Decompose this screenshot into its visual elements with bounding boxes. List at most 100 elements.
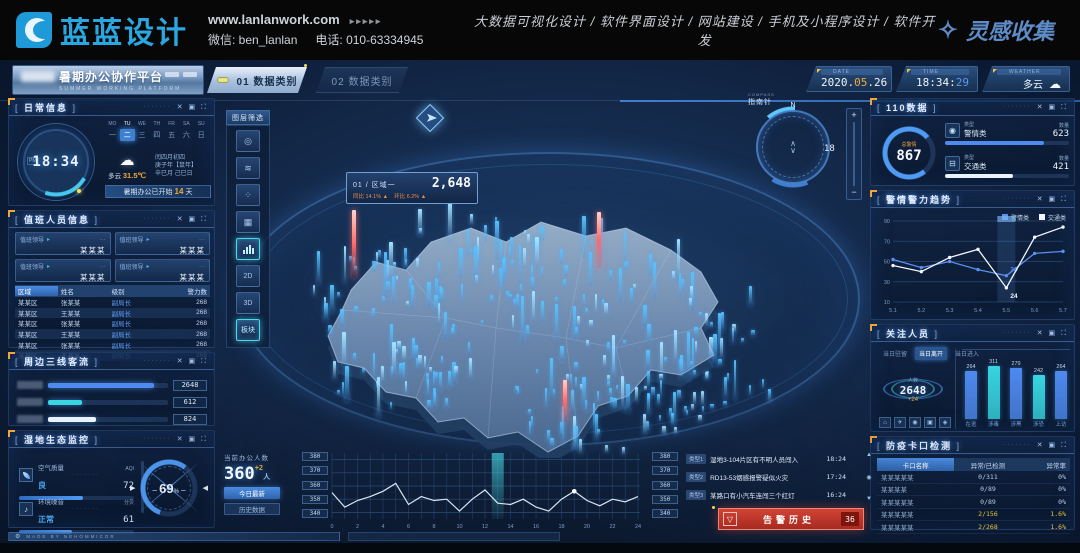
focus-tool-icon[interactable]: ◈ — [939, 417, 951, 428]
title-plate-decoration — [165, 72, 197, 77]
panel-controls[interactable]: ✕ ▣ ⛶ — [177, 103, 208, 112]
panel-controls[interactable]: ✕ ▣ ⛶ — [1037, 329, 1068, 338]
zoom-track[interactable] — [853, 122, 855, 186]
panel-controls[interactable]: ✕ ▣ ⛶ — [1037, 195, 1068, 204]
panel-title: 110数据 — [877, 101, 938, 114]
focus-tab[interactable]: 当日驻留 — [879, 347, 911, 360]
y-tick: 340 — [652, 509, 678, 518]
mode-block-button[interactable]: 板块 — [236, 319, 260, 341]
date-label: DATE — [821, 69, 883, 75]
clock-time: 18:34 — [17, 154, 95, 170]
redacted-line-label — [17, 415, 43, 423]
alarm-icon: ◉ — [945, 123, 960, 138]
credit-text: MADE BY NEHOMMICOR — [26, 534, 115, 539]
focus-tool-icon[interactable]: ⌂ — [879, 417, 891, 428]
checkpoint-row: 某某某某某0/890% — [877, 496, 1070, 509]
leaf-icon — [19, 468, 33, 482]
cloud-icon: ☁ — [105, 151, 149, 169]
y-tick: 350 — [652, 495, 678, 504]
alarm-type-rows: ◉类型警情类数量623⊟类型交通类数量421 — [945, 121, 1069, 187]
alert-history-banner[interactable]: ▽ 告警历史 36 — [718, 508, 864, 530]
camera-layer-button[interactable]: ◎ — [236, 130, 260, 152]
duty-leader-card[interactable]: 值班领导▸···某某某 — [115, 232, 211, 255]
bars-layer-button[interactable] — [236, 238, 260, 260]
flow-bar-row: 612 — [17, 396, 207, 408]
svg-text:5.1: 5.1 — [889, 308, 897, 314]
panel-controls[interactable]: ✕ ▣ ⛶ — [1037, 103, 1068, 112]
y-tick: 380 — [302, 452, 328, 461]
group-layer-button[interactable]: ⁘ — [236, 184, 260, 206]
platform-title: 暑期办公协作平台 — [59, 68, 163, 85]
y-tick: 370 — [652, 466, 678, 475]
focus-tool-icon[interactable]: ✈ — [894, 417, 906, 428]
focus-bar: 264上访 — [1054, 359, 1068, 419]
focus-tool-icon[interactable]: ◉ — [909, 417, 921, 428]
collect-brand: ✧ 灵感收集 — [938, 14, 1054, 46]
history-data-button[interactable]: 历史数据 — [224, 503, 280, 515]
logo: 蓝蓝设计 — [16, 8, 188, 52]
panel-checkpoint: 防疫卡口检测 ······· ✕ ▣ ⛶ 卡口名称异常/已检测异常率某某某某某0… — [870, 436, 1075, 530]
tab-data-category-1[interactable]: 01 数据类别 — [207, 67, 307, 93]
arrows-decoration: ▸▸▸▸▸ — [350, 16, 383, 26]
duty-leader-card[interactable]: 值班领导▸···某某某 — [115, 259, 211, 282]
city-map[interactable] — [256, 158, 804, 458]
svg-text:50: 50 — [884, 260, 890, 266]
svg-text:90: 90 — [884, 219, 890, 225]
duty-leader-card[interactable]: 值班领导▸···某某某 — [15, 259, 111, 282]
panel-controls[interactable]: ✕ ▣ ⛶ — [1037, 441, 1068, 450]
building-layer-button[interactable]: ▦ — [236, 211, 260, 233]
focus-bar: 242涉恐 — [1032, 359, 1046, 419]
scroll-dot-icon[interactable]: ◉ — [866, 474, 871, 481]
dots-decoration: ······· — [144, 436, 172, 442]
svg-text:70: 70 — [884, 239, 890, 245]
panel-110-data: 110数据 ······· ✕ ▣ ⛶ 总警情 867 ◉类型警情类数量623⊟… — [870, 98, 1075, 186]
tab-data-category-2[interactable]: 02 数据类别 — [316, 67, 408, 93]
table-row: 某某区张某某副局长268 — [15, 318, 210, 329]
focus-bar: 311涉毒 — [987, 359, 1001, 419]
svg-text:14: 14 — [507, 524, 513, 530]
zoom-level-value: 18 — [824, 144, 835, 154]
svg-text:5.5: 5.5 — [1003, 308, 1011, 314]
date-value: 2020.05.26 — [821, 76, 883, 89]
map-zoom-slider[interactable]: + − — [846, 108, 862, 200]
time-plate: TIME 18:34:29 — [896, 66, 978, 92]
collect-label: 灵感收集 — [966, 14, 1054, 46]
y-tick: 360 — [652, 481, 678, 490]
panel-controls[interactable]: ✕ ▣ ⛶ — [177, 215, 208, 224]
tab-active-pill-icon — [217, 77, 229, 83]
signal-layer-button[interactable]: ≋ — [236, 157, 260, 179]
panel-title: 值班人员信息 — [15, 213, 99, 226]
alert-list-item[interactable]: 类型2RD13-53烟感报警疑似火灾17:24 — [686, 470, 846, 484]
panel-controls[interactable]: ✕ ▣ ⛶ — [177, 435, 208, 444]
layer-filter-title: 图层筛选 — [226, 110, 270, 125]
alert-list-item[interactable]: 类型3某路口有小汽车连闯三个红灯16:24 — [686, 488, 846, 502]
y-tick: 360 — [302, 481, 328, 490]
map-marker-icon[interactable] — [416, 104, 444, 132]
y-tick: 350 — [302, 495, 328, 504]
svg-text:12: 12 — [482, 524, 488, 530]
focus-tool-icon[interactable]: ▣ — [924, 417, 936, 428]
panel-title: 湿地生态监控 — [15, 433, 99, 446]
svg-text:5.7: 5.7 — [1059, 308, 1067, 314]
compass-center-arrows: ∧∨ — [790, 140, 796, 154]
today-latest-button[interactable]: 今日最新 — [224, 487, 280, 499]
alert-list-item[interactable]: 类型1湿地3-104片区有不明人员闯入18:24 — [686, 452, 846, 466]
zoom-in-button[interactable]: + — [851, 111, 856, 120]
flow-value: 2648 — [173, 380, 207, 391]
duty-leader-card[interactable]: 值班领导▸···某某某 — [15, 232, 111, 255]
mode-2d-button[interactable]: 2D — [236, 265, 260, 287]
scroll-down-icon[interactable]: ▼ — [866, 496, 872, 502]
tab-dot-decoration — [304, 64, 307, 67]
alert-history-label: 告警历史 — [737, 513, 841, 526]
alarm-type-row: ◉类型警情类数量623 — [945, 121, 1069, 145]
zoom-out-button[interactable]: − — [851, 188, 856, 197]
dots-decoration: ··········· — [69, 472, 118, 478]
alert-list: ▲ ◉ ▼ 类型1湿地3-104片区有不明人员闯入18:24 类型2RD13-53… — [686, 452, 870, 506]
redacted-line-label — [17, 398, 43, 406]
focus-tab[interactable]: 当日离开 — [915, 347, 947, 360]
scroll-up-icon[interactable]: ▲ — [866, 452, 872, 458]
site-header: 蓝蓝设计 www.lanlanwork.com▸▸▸▸▸ 微信: ben_lan… — [0, 0, 1080, 60]
mode-3d-button[interactable]: 3D — [236, 292, 260, 314]
panel-controls[interactable]: ✕ ▣ ⛶ — [177, 357, 208, 366]
dots-decoration: ··········· — [69, 506, 118, 512]
